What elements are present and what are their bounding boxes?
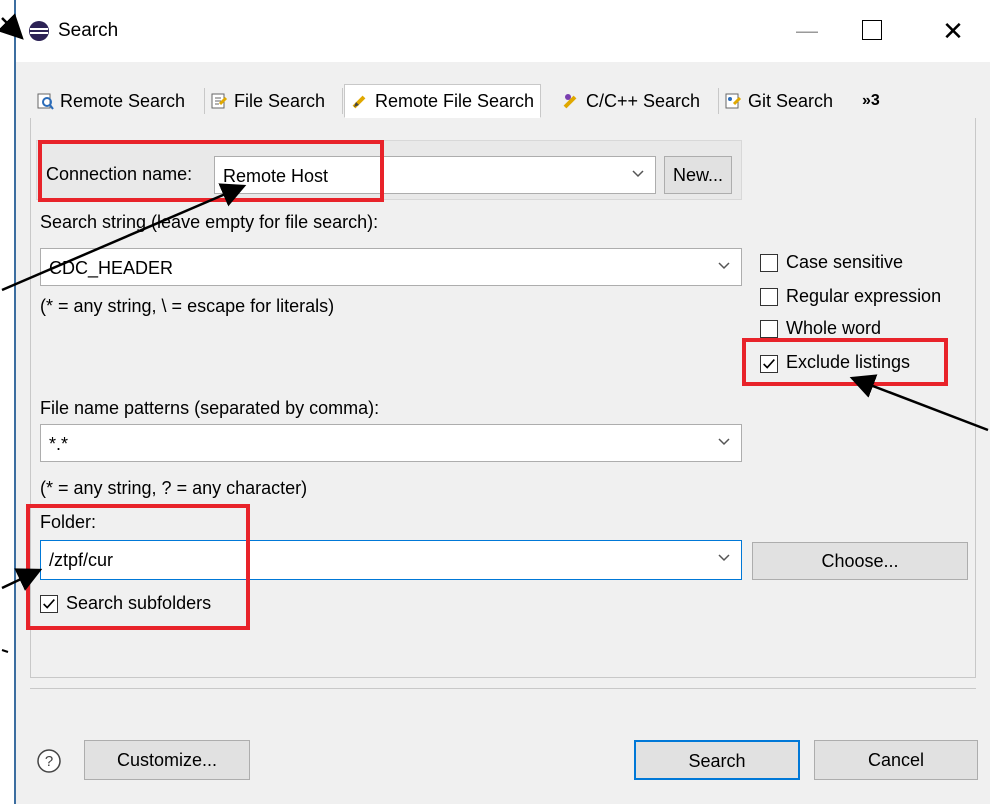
tab-remote-file-search[interactable]: Remote File Search <box>344 84 542 118</box>
whole-word-label: Whole word <box>786 318 882 338</box>
remote-search-icon <box>37 93 54 110</box>
customize-button[interactable]: Customize... <box>84 740 250 780</box>
edge-mark <box>1 649 9 653</box>
exclude-listings-highlight-box <box>742 338 948 386</box>
tab-label: Remote Search <box>60 91 186 111</box>
window-title: Search <box>58 20 119 41</box>
case-sensitive-label: Case sensitive <box>786 252 904 272</box>
minimize-button[interactable]: — <box>790 14 824 48</box>
chevron-down-icon <box>718 554 730 562</box>
title-bar <box>16 0 990 62</box>
connection-highlight-box <box>38 140 384 202</box>
maximize-button[interactable] <box>862 20 882 40</box>
tab-cpp-search[interactable]: C/C++ Search <box>562 84 700 118</box>
tab-label: Remote File Search <box>375 91 535 111</box>
folder-highlight-box <box>26 504 250 630</box>
file-patterns-value: *.* <box>49 434 69 454</box>
file-patterns-hint: (* = any string, ? = any character) <box>40 478 308 498</box>
cancel-button[interactable]: Cancel <box>814 740 978 780</box>
overflow-icon: »3 <box>862 92 880 109</box>
tab-file-search[interactable]: File Search <box>210 84 325 118</box>
search-string-label: Search string (leave empty for file sear… <box>40 212 379 232</box>
file-patterns-label: File name patterns (separated by comma): <box>40 398 380 418</box>
search-string-value: CDC_HEADER <box>49 258 174 278</box>
git-search-icon <box>725 93 742 109</box>
cpp-search-icon <box>563 94 577 109</box>
regular-expression-label: Regular expression <box>786 286 942 306</box>
tab-git-search[interactable]: Git Search <box>724 84 833 118</box>
tab-label: File Search <box>234 91 326 111</box>
chevron-down-icon <box>718 262 730 270</box>
divider <box>30 688 976 689</box>
new-connection-button[interactable]: New... <box>664 156 732 194</box>
file-patterns-input[interactable]: *.* <box>40 424 742 462</box>
tab-label: Git Search <box>748 91 834 111</box>
help-icon[interactable]: ? <box>36 748 62 774</box>
chevron-down-icon <box>632 170 644 178</box>
file-search-icon <box>211 93 228 109</box>
tab-overflow[interactable]: »3 <box>862 84 880 118</box>
close-button[interactable]: ✕ <box>936 14 970 48</box>
tab-label: C/C++ Search <box>586 91 701 111</box>
whole-word-checkbox[interactable] <box>760 320 778 338</box>
search-button[interactable]: Search <box>634 740 800 780</box>
search-string-hint: (* = any string, \ = escape for literals… <box>40 296 335 316</box>
remote-file-search-icon <box>352 95 366 109</box>
regular-expression-checkbox[interactable] <box>760 288 778 306</box>
search-string-input[interactable]: CDC_HEADER <box>40 248 742 286</box>
svg-text:?: ? <box>45 753 53 770</box>
tab-remote-search[interactable]: Remote Search <box>36 84 185 118</box>
choose-folder-button[interactable]: Choose... <box>752 542 968 580</box>
eclipse-icon <box>29 21 49 41</box>
case-sensitive-checkbox[interactable] <box>760 254 778 272</box>
chevron-down-icon <box>718 438 730 446</box>
